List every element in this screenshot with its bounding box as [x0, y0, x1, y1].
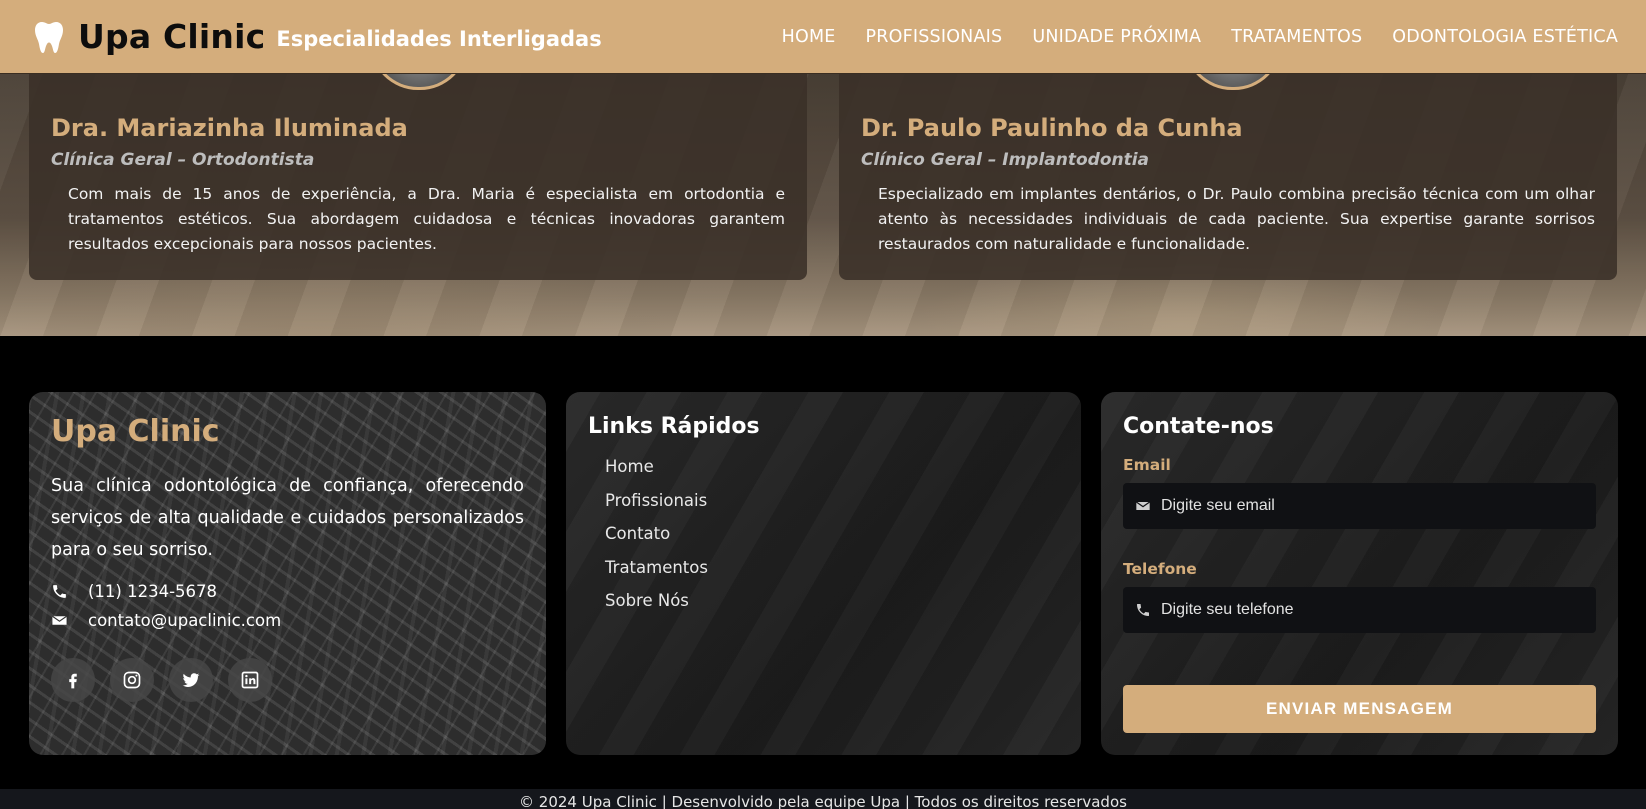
professional-description: Com mais de 15 anos de experiência, a Dr…: [68, 185, 785, 253]
site-footer: Upa Clinic Sua clínica odontológica de c…: [0, 336, 1646, 789]
copyright: © 2024 Upa Clinic | Desenvolvido pela eq…: [0, 789, 1646, 809]
linkedin-link[interactable]: [228, 658, 272, 702]
tooth-icon: [35, 21, 63, 53]
professional-role: Clínica Geral – Ortodontista: [51, 150, 315, 170]
quick-link-sobre-nos[interactable]: Sobre Nós: [605, 590, 708, 624]
professional-name: Dr. Paulo Paulinho da Cunha: [861, 114, 1243, 142]
footer-contact-card: Contate-nos Email Telefone ENVIAR MENSAG…: [1101, 392, 1618, 755]
phone-icon: [53, 585, 66, 598]
footer-brand-title: Upa Clinic: [51, 414, 220, 449]
contact-form-title: Contate-nos: [1123, 414, 1274, 439]
facebook-icon: [69, 673, 77, 689]
quick-link-profissionais[interactable]: Profissionais: [605, 490, 708, 524]
avatar: [1184, 74, 1282, 90]
nav-profissionais[interactable]: PROFISSIONAIS: [866, 27, 1003, 47]
footer-email[interactable]: contato@upaclinic.com: [51, 611, 281, 630]
email-input[interactable]: [1161, 497, 1596, 515]
nav-tratamentos[interactable]: TRATAMENTOS: [1231, 27, 1362, 47]
email-field-wrapper: [1123, 483, 1596, 529]
quick-link-home[interactable]: Home: [605, 456, 708, 490]
main-nav: HOME PROFISSIONAIS UNIDADE PRÓXIMA TRATA…: [752, 27, 1618, 47]
facebook-link[interactable]: [51, 658, 95, 702]
nav-home[interactable]: HOME: [782, 27, 836, 47]
phone-input[interactable]: [1161, 601, 1596, 619]
instagram-icon: [123, 671, 141, 689]
quick-links-list: Home Profissionais Contato Tratamentos S…: [605, 456, 708, 624]
quick-links-title: Links Rápidos: [588, 414, 760, 439]
brand[interactable]: Upa Clinic Especialidades Interligadas: [34, 17, 602, 56]
professional-description: Especializado em implantes dentários, o …: [878, 185, 1595, 253]
nav-odontologia-estetica[interactable]: ODONTOLOGIA ESTÉTICA: [1392, 27, 1618, 47]
quick-link-tratamentos[interactable]: Tratamentos: [605, 557, 708, 591]
brand-tagline: Especialidades Interligadas: [276, 26, 602, 51]
professional-name: Dra. Mariazinha Iluminada: [51, 114, 408, 142]
envelope-icon: [1135, 501, 1151, 510]
professional-card: Dra. Mariazinha Iluminada Clínica Geral …: [29, 74, 807, 280]
professionals-section: Dra. Mariazinha Iluminada Clínica Geral …: [0, 74, 1646, 336]
avatar: [370, 74, 468, 90]
phone-label: Telefone: [1123, 560, 1197, 578]
nav-unidade-proxima[interactable]: UNIDADE PRÓXIMA: [1032, 27, 1201, 47]
footer-links-card: Links Rápidos Home Profissionais Contato…: [566, 392, 1081, 755]
envelope-icon: [52, 615, 67, 625]
phone-icon: [1137, 604, 1149, 616]
professional-role: Clínico Geral – Implantodontia: [861, 150, 1150, 170]
footer-email-text: contato@upaclinic.com: [88, 611, 282, 630]
email-label: Email: [1123, 456, 1171, 474]
site-header: Upa Clinic Especialidades Interligadas H…: [0, 0, 1646, 74]
instagram-link[interactable]: [110, 658, 154, 702]
footer-phone-text: (11) 1234-5678: [88, 582, 218, 601]
quick-link-contato[interactable]: Contato: [605, 523, 708, 557]
footer-phone[interactable]: (11) 1234-5678: [51, 582, 217, 601]
footer-about-card: Upa Clinic Sua clínica odontológica de c…: [29, 392, 546, 755]
twitter-icon: [182, 673, 200, 687]
twitter-link[interactable]: [169, 658, 213, 702]
send-message-button[interactable]: ENVIAR MENSAGEM: [1123, 685, 1596, 733]
social-links: [51, 658, 272, 702]
footer-about-text: Sua clínica odontológica de confiança, o…: [51, 476, 524, 560]
brand-name: Upa Clinic: [78, 17, 266, 56]
phone-field-wrapper: [1123, 587, 1596, 633]
linkedin-icon: [241, 671, 259, 689]
professional-card: Dr. Paulo Paulinho da Cunha Clínico Gera…: [839, 74, 1617, 280]
